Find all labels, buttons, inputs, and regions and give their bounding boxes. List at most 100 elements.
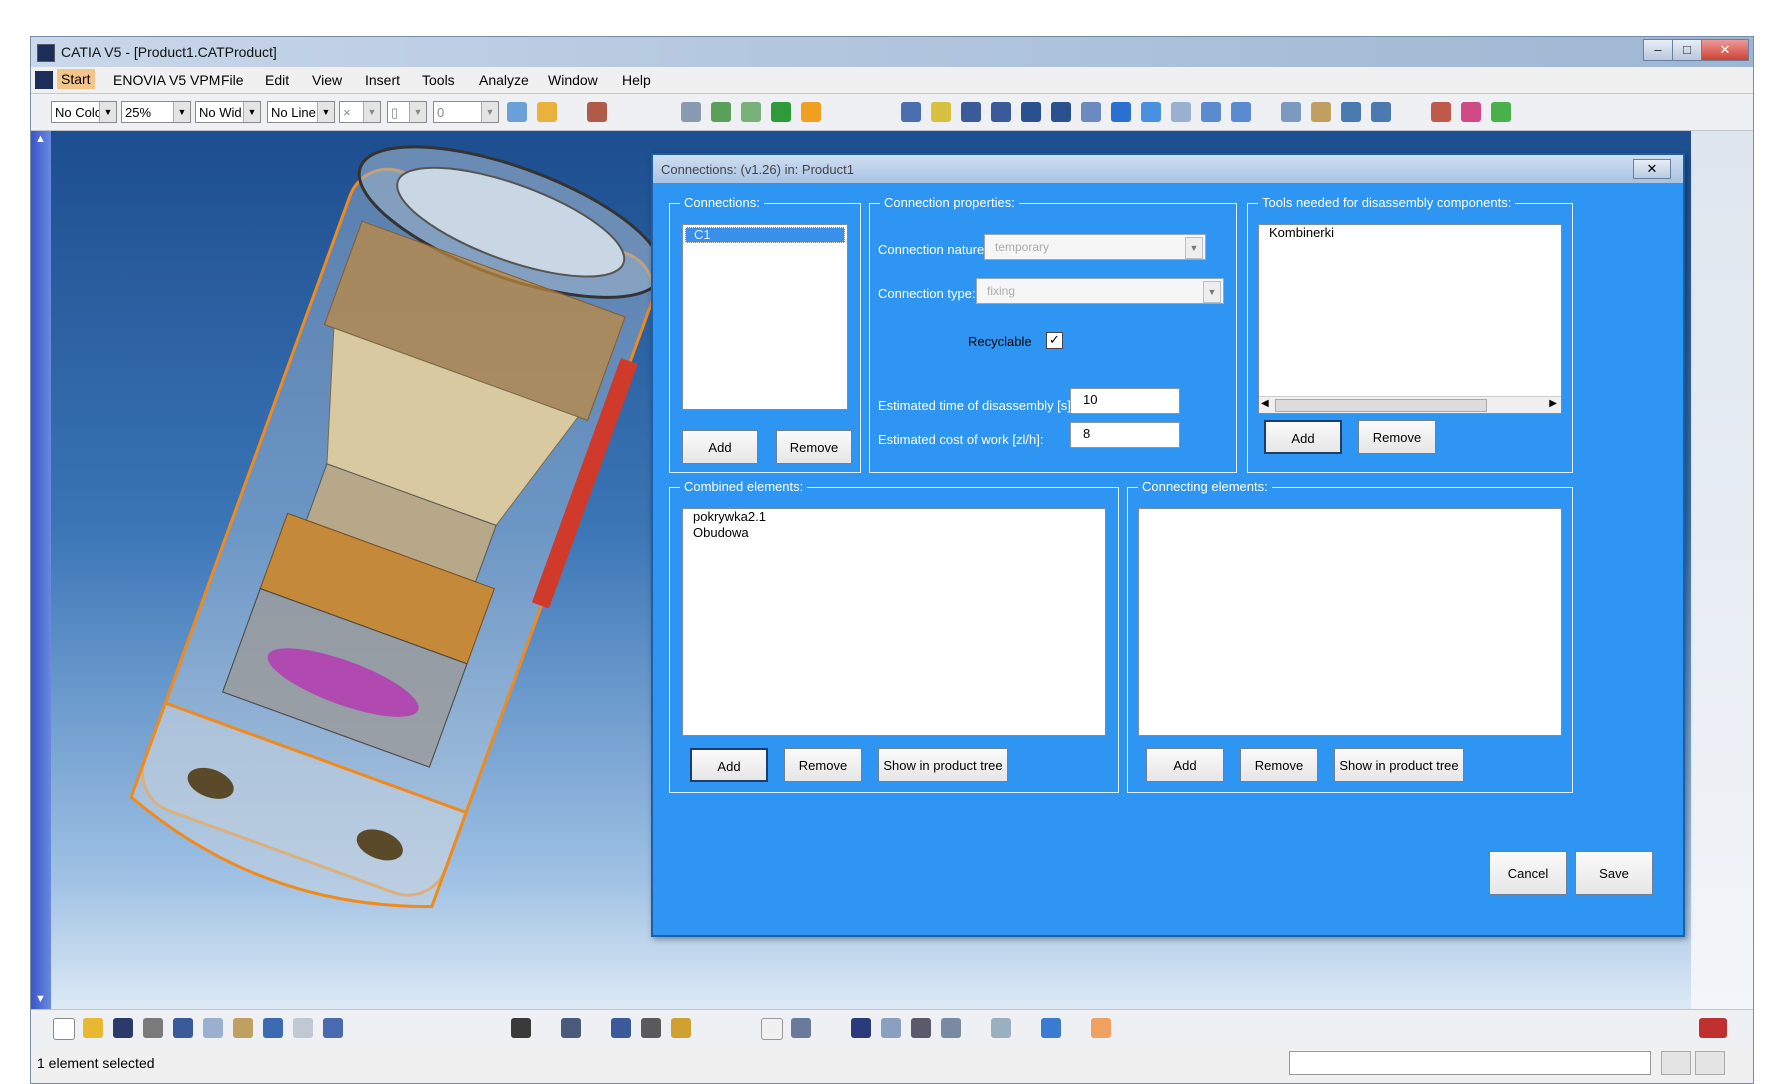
scroll-down-icon[interactable]: ▼	[35, 993, 46, 1005]
connections-list[interactable]: C1	[682, 224, 848, 410]
inertia-icon[interactable]	[671, 1018, 691, 1038]
status-button-1[interactable]	[1661, 1051, 1691, 1075]
status-button-2[interactable]	[1695, 1051, 1725, 1075]
scroll-left-icon[interactable]: ◀	[1261, 398, 1269, 409]
report-icon[interactable]	[1371, 102, 1391, 122]
connecting-add-button[interactable]: Add	[1146, 748, 1224, 782]
combined-show-in-tree-button[interactable]: Show in product tree	[878, 748, 1008, 782]
tools-list[interactable]: Kombinerki ◀ ▶	[1258, 224, 1562, 414]
linetype-combo[interactable]: No Line ▼	[267, 101, 335, 123]
cancel-button[interactable]: Cancel	[1489, 851, 1567, 895]
menu-window[interactable]: Window	[548, 72, 598, 88]
iso-view-icon[interactable]	[1141, 102, 1161, 122]
transparency-combo[interactable]: 25% ▼	[121, 101, 191, 123]
refresh-icon[interactable]	[801, 102, 821, 122]
catia-menu-icon[interactable]	[35, 71, 53, 89]
tools-add-button[interactable]: Add	[1264, 420, 1342, 454]
gear-icon[interactable]	[681, 102, 701, 122]
menu-enovia[interactable]: ENOVIA V5 VPM	[113, 72, 220, 88]
formula-icon[interactable]	[761, 1018, 783, 1040]
tools-remove-button[interactable]: Remove	[1358, 420, 1436, 454]
nature-select[interactable]: temporary ▼	[984, 234, 1206, 260]
connecting-remove-button[interactable]: Remove	[1240, 748, 1318, 782]
clash-icon[interactable]	[1461, 102, 1481, 122]
new-file-icon[interactable]	[53, 1018, 75, 1040]
combined-remove-button[interactable]: Remove	[784, 748, 862, 782]
type-select[interactable]: fixing ▼	[976, 278, 1224, 304]
color-combo[interactable]: No Colo ▼	[51, 101, 117, 123]
dialog-close-button[interactable]: ✕	[1633, 159, 1671, 179]
print-icon[interactable]	[143, 1018, 163, 1038]
pan-icon[interactable]	[961, 102, 981, 122]
assembly-icon[interactable]	[711, 102, 731, 122]
fly-mode-icon[interactable]	[901, 102, 921, 122]
recyclable-checkbox[interactable]: ✓	[1046, 332, 1063, 349]
line-style-combo[interactable]: ▯ ▼	[387, 101, 427, 123]
vertical-scrollbar[interactable]: ▲ ▼	[31, 131, 51, 1009]
connecting-show-in-tree-button[interactable]: Show in product tree	[1334, 748, 1464, 782]
rules-icon[interactable]	[941, 1018, 961, 1038]
bill-of-material-icon[interactable]	[1341, 102, 1361, 122]
help-icon[interactable]	[323, 1018, 343, 1038]
link-icon[interactable]	[991, 1018, 1011, 1038]
scroll-right-icon[interactable]: ▶	[1549, 398, 1557, 409]
table-icon[interactable]	[851, 1018, 871, 1038]
eraser-icon[interactable]	[1041, 1018, 1061, 1038]
open-folder-icon[interactable]	[83, 1018, 103, 1038]
measure-icon[interactable]	[1491, 102, 1511, 122]
layer-combo[interactable]: 0 ▼	[433, 101, 499, 123]
list-item[interactable]: Obudowa	[683, 525, 1105, 541]
linewidth-combo[interactable]: No Wid ▼	[195, 101, 261, 123]
knowledge-icon[interactable]	[881, 1018, 901, 1038]
capture-icon[interactable]	[511, 1018, 531, 1038]
menu-start[interactable]: Start	[57, 69, 95, 89]
combined-add-button[interactable]: Add	[690, 748, 768, 782]
zoom-out-icon[interactable]	[1051, 102, 1071, 122]
connecting-list[interactable]	[1138, 508, 1562, 736]
multi-view-icon[interactable]	[1111, 102, 1131, 122]
copy-icon[interactable]	[203, 1018, 223, 1038]
redo-icon[interactable]	[293, 1018, 313, 1038]
menu-insert[interactable]: Insert	[365, 72, 400, 88]
product-icon[interactable]	[587, 102, 607, 122]
properties-icon[interactable]	[537, 102, 557, 122]
menu-edit[interactable]: Edit	[265, 72, 289, 88]
list-item[interactable]: C1	[685, 227, 845, 243]
horizontal-scrollbar[interactable]: ◀ ▶	[1259, 396, 1561, 413]
comment-icon[interactable]	[791, 1018, 811, 1038]
scroll-up-icon[interactable]: ▲	[35, 133, 46, 145]
menu-analyze[interactable]: Analyze	[479, 72, 529, 88]
measure-item-icon[interactable]	[641, 1018, 661, 1038]
hide-show-icon[interactable]	[1201, 102, 1221, 122]
cut-icon[interactable]	[173, 1018, 193, 1038]
catalog-icon[interactable]	[1281, 102, 1301, 122]
command-input[interactable]	[1289, 1051, 1651, 1075]
connections-add-button[interactable]: Add	[682, 430, 758, 464]
save-button[interactable]: Save	[1575, 851, 1653, 895]
3d-model[interactable]	[111, 131, 671, 931]
menu-view[interactable]: View	[312, 72, 342, 88]
play-icon[interactable]	[771, 102, 791, 122]
combined-list[interactable]: pokrywka2.1 Obudowa	[682, 508, 1106, 736]
component-icon[interactable]	[741, 102, 761, 122]
painter-icon[interactable]	[507, 102, 527, 122]
connections-remove-button[interactable]: Remove	[776, 430, 852, 464]
parts-icon[interactable]	[1311, 102, 1331, 122]
menu-file[interactable]: File	[221, 72, 244, 88]
time-input[interactable]: 10	[1070, 388, 1180, 414]
list-item[interactable]: pokrywka2.1	[683, 509, 1105, 525]
paste-icon[interactable]	[233, 1018, 253, 1038]
menu-tools[interactable]: Tools	[422, 72, 455, 88]
update-icon[interactable]	[561, 1018, 581, 1038]
list-item[interactable]: Kombinerki	[1259, 225, 1561, 241]
undo-icon[interactable]	[263, 1018, 283, 1038]
cost-input[interactable]: 8	[1070, 422, 1180, 448]
minimize-button[interactable]: –	[1643, 39, 1673, 61]
zoom-in-icon[interactable]	[1021, 102, 1041, 122]
save-icon[interactable]	[113, 1018, 133, 1038]
swap-space-icon[interactable]	[1231, 102, 1251, 122]
normal-view-icon[interactable]	[1081, 102, 1101, 122]
scrollbar-thumb[interactable]	[1275, 399, 1487, 412]
maximize-button[interactable]: □	[1672, 39, 1702, 61]
measure-between-icon[interactable]	[611, 1018, 631, 1038]
